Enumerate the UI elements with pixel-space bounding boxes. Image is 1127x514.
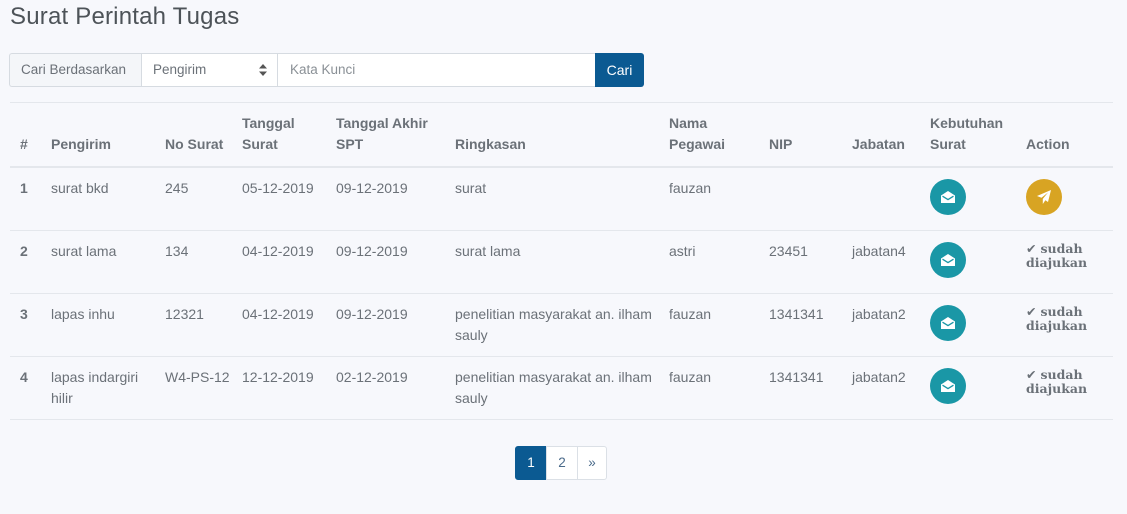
row-summary: penelitian masyarakat an. ilham sauly [455, 305, 652, 343]
row-position: jabatan2 [852, 305, 906, 322]
row-letter-need-cell [920, 167, 1016, 230]
row-num: 1 [20, 180, 28, 196]
envelope-open-icon [941, 316, 955, 329]
row-letter-date: 12-12-2019 [242, 368, 314, 385]
row-nip: 1341341 [769, 368, 824, 385]
row-nip: 23451 [769, 242, 808, 259]
view-letter-button[interactable] [930, 304, 966, 341]
row-spt-end-date: 09-12-2019 [336, 180, 408, 196]
page-2-button[interactable]: 2 [546, 446, 578, 480]
row-spt-end-date: 02-12-2019 [336, 368, 408, 385]
paper-plane-icon [1037, 190, 1051, 204]
table-header-row: # Pengirim No Surat Tanggal Surat Tangga… [10, 102, 1113, 167]
row-num: 3 [20, 305, 28, 322]
row-position: jabatan2 [852, 368, 906, 385]
search-by-label: Cari Berdasarkan [9, 53, 141, 87]
envelope-open-icon [941, 253, 955, 266]
row-letter-date: 04-12-2019 [242, 305, 314, 322]
envelope-open-icon [941, 191, 955, 203]
header-nip: NIP [769, 136, 793, 152]
check-icon: ✔ [1026, 303, 1037, 319]
row-sender: surat bkd [51, 180, 109, 196]
table-row: 3 lapas inhu 12321 04-12-2019 09-12-2019… [10, 293, 1113, 356]
row-letter-date: 05-12-2019 [242, 180, 314, 196]
status-submitted: ✔ sudah diajukan [1026, 240, 1113, 270]
row-summary: surat [455, 180, 487, 196]
view-letter-button[interactable] [930, 179, 966, 215]
header-spt-end-date: Tanggal Akhir SPT [336, 115, 428, 152]
row-num: 2 [20, 242, 28, 259]
header-employee-name: Nama Pegawai [669, 115, 726, 152]
row-action-cell: ✔ sudah diajukan [1016, 230, 1113, 293]
row-sender: lapas indargiri hilir [51, 368, 139, 406]
row-letter-no: W4-PS-12 [165, 368, 230, 385]
view-letter-button[interactable] [930, 367, 966, 404]
row-spt-end-date: 09-12-2019 [336, 305, 408, 322]
row-letter-date: 04-12-2019 [242, 242, 314, 259]
check-icon: ✔ [1026, 366, 1037, 382]
row-letter-need-cell [920, 293, 1016, 356]
row-employee-name: fauzan [669, 180, 712, 196]
row-employee-name: astri [669, 242, 696, 259]
row-spt-end-date: 09-12-2019 [336, 242, 408, 259]
search-button[interactable]: Cari [595, 53, 644, 87]
row-nip: 1341341 [769, 305, 824, 322]
keyword-input[interactable]: Kata Kunci [277, 53, 595, 87]
row-action-cell [1016, 167, 1113, 230]
table-row: 2 surat lama 134 04-12-2019 09-12-2019 s… [10, 230, 1113, 293]
header-letter-need: Kebutuhan Surat [930, 115, 1004, 152]
search-field-select[interactable]: Pengirim [141, 53, 277, 87]
select-caret-icon [259, 64, 267, 76]
letters-table-container: # Pengirim No Surat Tanggal Surat Tangga… [10, 102, 1113, 420]
header-letter-no: No Surat [165, 136, 224, 152]
row-action-cell: ✔ sudah diajukan [1016, 356, 1113, 419]
header-letter-date: Tanggal Surat [242, 115, 295, 152]
envelope-open-icon [941, 379, 955, 392]
search-bar: Cari Berdasarkan Pengirim Kata Kunci Car… [9, 53, 644, 87]
row-employee-name: fauzan [669, 305, 712, 322]
check-icon: ✔ [1026, 240, 1037, 256]
header-position: Jabatan [852, 136, 905, 152]
row-letter-no: 134 [165, 242, 189, 259]
row-sender: lapas inhu [51, 305, 115, 322]
status-submitted: ✔ sudah diajukan [1026, 303, 1113, 333]
table-row: 1 surat bkd 245 05-12-2019 09-12-2019 su… [10, 167, 1113, 230]
pagination: 1 2 » [515, 446, 607, 480]
row-nip [759, 167, 842, 230]
row-letter-no: 245 [165, 180, 189, 196]
letters-table: # Pengirim No Surat Tanggal Surat Tangga… [10, 102, 1113, 420]
row-letter-need-cell [920, 356, 1016, 419]
header-summary: Ringkasan [455, 136, 526, 152]
table-row: 4 lapas indargiri hilir W4-PS-12 12-12-2… [10, 356, 1113, 419]
row-letter-need-cell [920, 230, 1016, 293]
row-summary: penelitian masyarakat an. ilham sauly [455, 368, 652, 406]
next-page-button[interactable]: » [577, 446, 607, 480]
row-action-cell: ✔ sudah diajukan [1016, 293, 1113, 356]
submit-button[interactable] [1026, 179, 1062, 215]
row-sender: surat lama [51, 242, 117, 259]
row-summary: surat lama [455, 242, 521, 259]
row-position: jabatan4 [852, 242, 906, 259]
row-position [842, 167, 920, 230]
header-sender: Pengirim [51, 136, 111, 152]
row-employee-name: fauzan [669, 368, 712, 385]
page-1-button[interactable]: 1 [515, 446, 547, 480]
search-field-value: Pengirim [153, 62, 207, 77]
row-num: 4 [20, 368, 28, 385]
status-submitted: ✔ sudah diajukan [1026, 366, 1113, 396]
header-action: Action [1026, 136, 1070, 152]
header-num: # [20, 136, 28, 152]
row-letter-no: 12321 [165, 305, 204, 322]
page-title: Surat Perintah Tugas [10, 3, 240, 30]
view-letter-button[interactable] [930, 241, 966, 278]
